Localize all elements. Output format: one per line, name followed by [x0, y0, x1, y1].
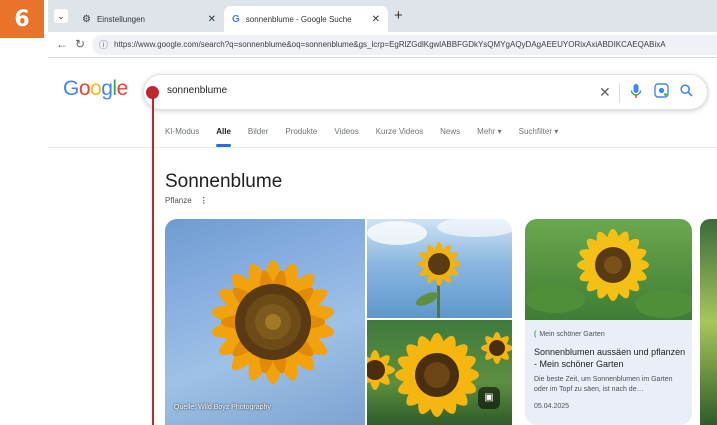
- search-icon[interactable]: [680, 83, 693, 101]
- tab-suchfilter[interactable]: Suchfilter ▾: [519, 124, 559, 146]
- tab-ki-modus[interactable]: KI-Modus: [165, 124, 199, 146]
- sunflower-field-image[interactable]: ▣: [367, 320, 512, 425]
- tab-title: Einstellungen: [96, 14, 146, 24]
- annotation-pointer-line: [152, 92, 154, 425]
- tab-produkte[interactable]: Produkte: [285, 124, 317, 146]
- screenshot-frame: 6 ⌄ ⚙ Einstellungen ✕ G sonnenblume - Go…: [0, 0, 717, 425]
- tab-title: sonnenblume - Google Suche: [245, 14, 352, 24]
- new-tab-icon[interactable]: +: [394, 6, 403, 26]
- sunflower-sky-image[interactable]: [367, 219, 512, 318]
- sunflower-sky-graphic: [367, 219, 512, 318]
- sunflower-main-image[interactable]: Quelle: Wild Boyz Photography: [165, 219, 365, 425]
- search-divider: [619, 83, 620, 103]
- close-icon[interactable]: ✕: [372, 14, 380, 25]
- tab-mehr[interactable]: Mehr ▾: [477, 124, 501, 146]
- image-gallery-icon[interactable]: ▣: [478, 387, 500, 409]
- card-description: Die beste Zeit, um Sonnenblumen im Garte…: [534, 376, 673, 393]
- microphone-icon[interactable]: [630, 83, 642, 103]
- image-source-caption: Quelle: Wild Boyz Photography: [174, 404, 271, 411]
- tab-news[interactable]: News: [440, 124, 460, 146]
- clear-icon[interactable]: ✕: [599, 83, 611, 101]
- address-bar[interactable]: ⓘ https://www.google.com/search?q=sonnen…: [92, 35, 717, 55]
- subtitle-text: Pflanze: [165, 196, 192, 205]
- browser-toolbar: ← ↻ ⓘ https://www.google.com/search?q=so…: [48, 32, 717, 58]
- site-info-icon[interactable]: ⓘ: [99, 35, 108, 55]
- close-icon[interactable]: ✕: [208, 14, 216, 25]
- header-divider: [48, 147, 717, 148]
- card-sunflower-graphic: [525, 229, 692, 318]
- next-card-peek[interactable]: [700, 219, 717, 425]
- annotation-pointer-dot: [146, 86, 159, 99]
- search-input[interactable]: sonnenblume: [167, 85, 227, 96]
- tab-videos[interactable]: Videos: [334, 124, 358, 146]
- search-nav-tabs: KI-Modus Alle Bilder Produkte Videos Kur…: [165, 124, 575, 147]
- more-options-icon[interactable]: ⋮: [200, 196, 208, 205]
- knowledge-panel-subtitle: Pflanze ⋮: [165, 196, 208, 205]
- camera-lens-icon[interactable]: [654, 83, 669, 102]
- card-thumbnail[interactable]: [525, 219, 692, 320]
- step-badge: 6: [0, 0, 44, 38]
- url-text: https://www.google.com/search?q=sonnenbl…: [114, 40, 666, 49]
- knowledge-panel-title: Sonnenblume: [165, 171, 283, 192]
- site-logo-icon: (: [534, 331, 537, 338]
- tab-search-menu-icon[interactable]: ⌄: [54, 9, 68, 23]
- google-icon: G: [232, 13, 240, 25]
- card-title-link[interactable]: Sonnenblumen aussäen und pflanzen - Mein…: [534, 346, 686, 370]
- card-date: 05.04.2025: [534, 403, 570, 410]
- tab-alle[interactable]: Alle: [216, 124, 231, 147]
- card-source[interactable]: (Mein schöner Garten: [534, 331, 605, 338]
- tab-einstellungen[interactable]: ⚙ Einstellungen ✕: [74, 6, 224, 32]
- tab-kurze-videos[interactable]: Kurze Videos: [376, 124, 423, 146]
- tab-bilder[interactable]: Bilder: [248, 124, 268, 146]
- result-card[interactable]: (Mein schöner Garten Sonnenblumen aussäe…: [525, 219, 692, 425]
- card-source-name: Mein schöner Garten: [539, 331, 605, 338]
- back-arrow-icon[interactable]: ←: [56, 37, 68, 51]
- tab-google-search[interactable]: G sonnenblume - Google Suche ✕: [224, 6, 388, 32]
- search-box[interactable]: sonnenblume ✕: [143, 74, 708, 110]
- gear-icon: ⚙: [82, 13, 91, 25]
- reload-icon[interactable]: ↻: [75, 37, 85, 51]
- google-logo[interactable]: Google: [63, 77, 128, 101]
- sunflower-closeup-graphic: [211, 260, 335, 384]
- sunflower-field-graphic: [367, 332, 512, 417]
- browser-tabstrip: ⌄ ⚙ Einstellungen ✕ G sonnenblume - Goog…: [48, 0, 717, 32]
